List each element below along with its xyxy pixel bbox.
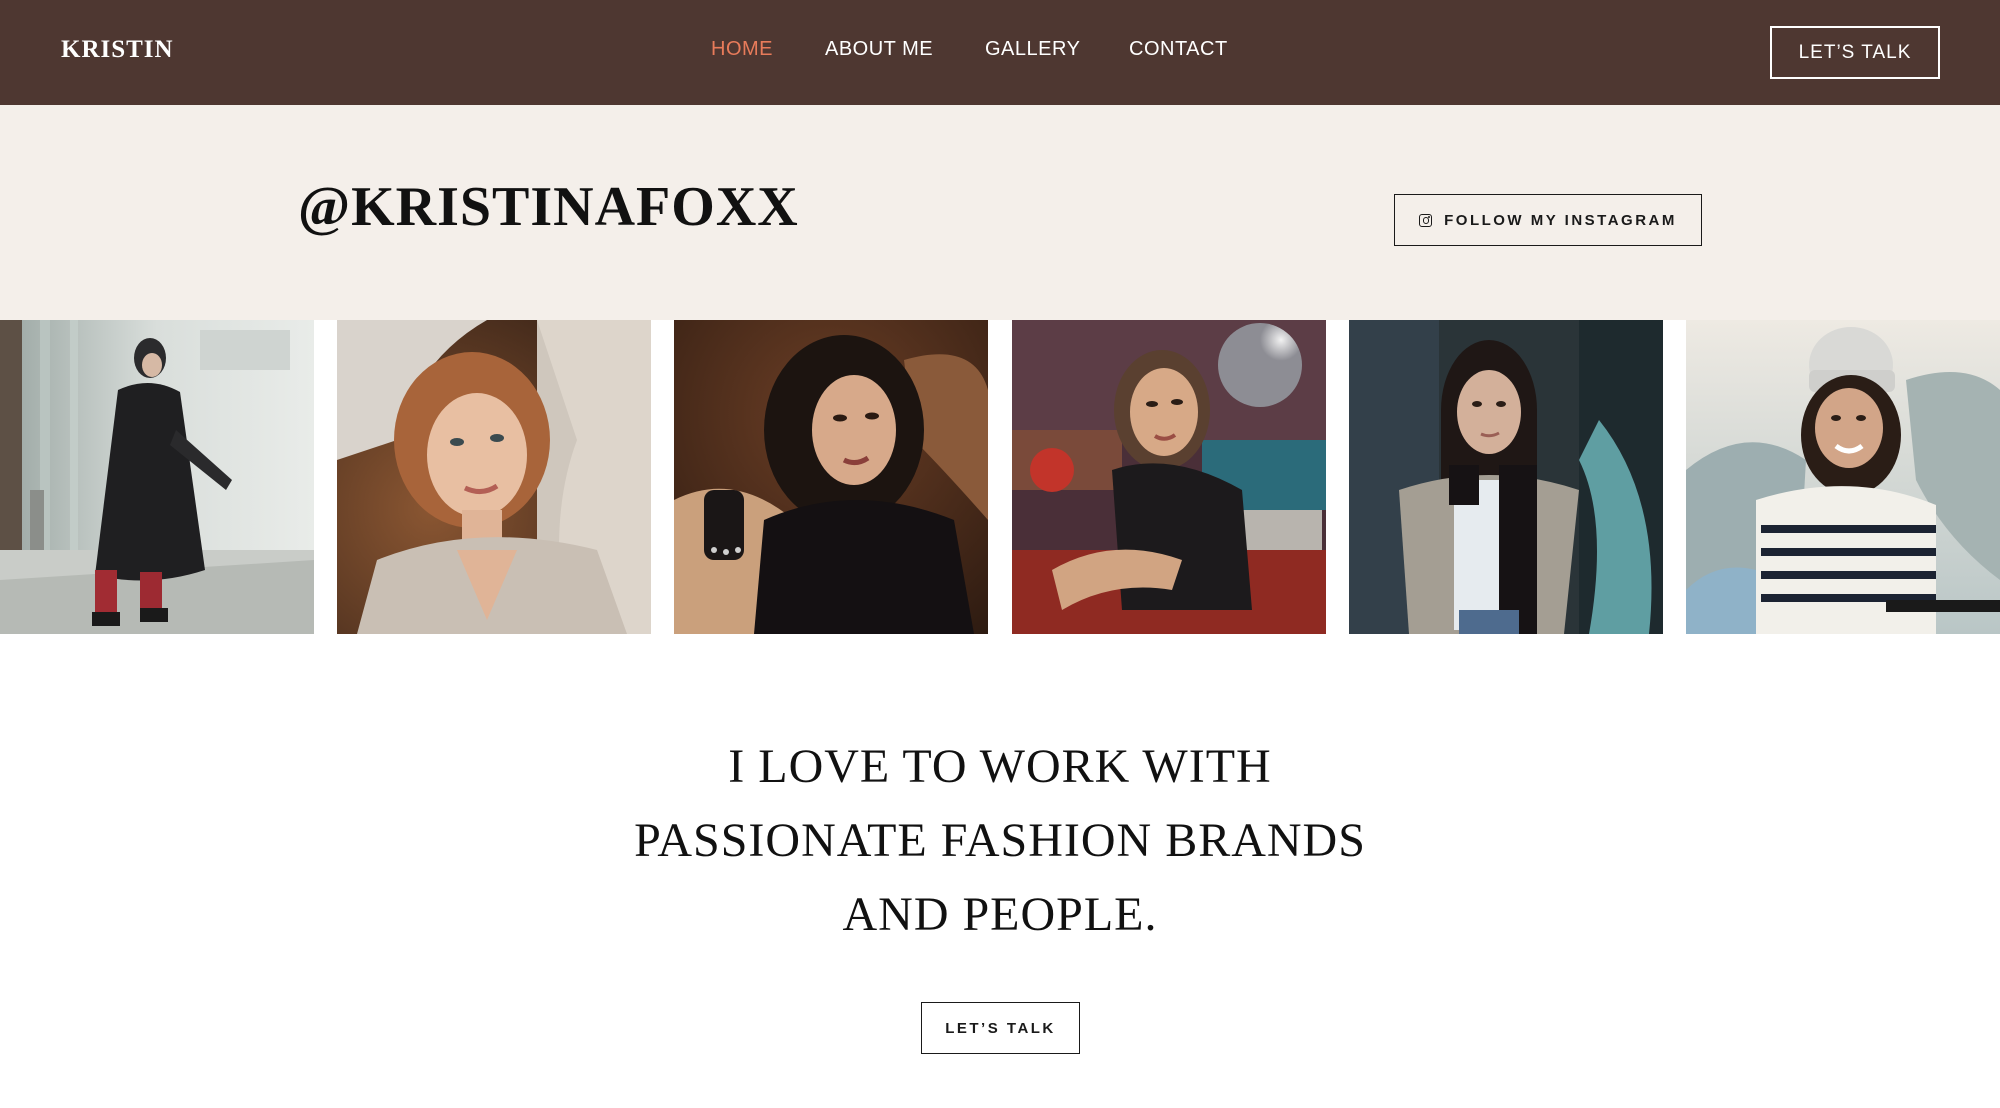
mission-line: PASSIONATE FASHION BRANDS bbox=[634, 814, 1366, 867]
woman-in-black-lace-photo[interactable] bbox=[674, 320, 988, 634]
woman-in-trench-coat-photo[interactable] bbox=[1349, 320, 1663, 634]
nav-about-me-link[interactable]: ABOUT ME bbox=[825, 38, 933, 61]
lets-talk-header-button[interactable]: LET’S TALK bbox=[1770, 26, 1940, 79]
main-nav: HOME ABOUT ME GALLERY CONTACT bbox=[0, 38, 2000, 68]
woman-in-black-coat-photo[interactable] bbox=[0, 320, 314, 634]
instagram-section: @KRISTINAFOXX FOLLOW MY INSTAGRAM bbox=[0, 105, 2000, 321]
follow-instagram-label: FOLLOW MY INSTAGRAM bbox=[1444, 211, 1677, 229]
instagram-icon bbox=[1419, 213, 1433, 227]
mission-line: I LOVE TO WORK WITH bbox=[728, 740, 1272, 793]
follow-instagram-button[interactable]: FOLLOW MY INSTAGRAM bbox=[1394, 194, 1702, 246]
site-header: KRISTIN HOME ABOUT ME GALLERY CONTACT LE… bbox=[0, 0, 2000, 105]
nav-gallery-link[interactable]: GALLERY bbox=[985, 38, 1080, 61]
mission-statement: I LOVE TO WORK WITH PASSIONATE FASHION B… bbox=[0, 730, 2000, 952]
woman-in-knit-sweater-photo[interactable] bbox=[337, 320, 651, 634]
lets-talk-button[interactable]: LET’S TALK bbox=[921, 1002, 1080, 1054]
mission-line: AND PEOPLE. bbox=[842, 888, 1158, 941]
woman-in-white-beanie-photo[interactable] bbox=[1686, 320, 2000, 634]
woman-with-disco-ball-photo[interactable] bbox=[1012, 320, 1326, 634]
instagram-photo-strip bbox=[0, 320, 2000, 634]
instagram-handle: @KRISTINAFOXX bbox=[298, 176, 799, 238]
nav-home-link[interactable]: HOME bbox=[711, 38, 773, 61]
nav-contact-link[interactable]: CONTACT bbox=[1129, 38, 1228, 61]
